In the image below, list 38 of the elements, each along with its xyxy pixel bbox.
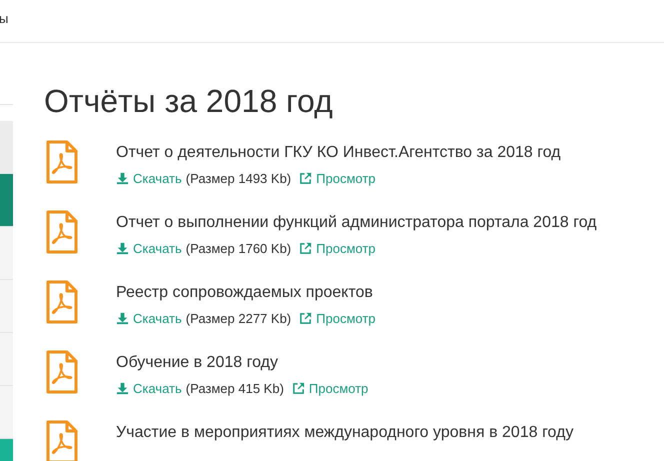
external-link-icon xyxy=(299,242,312,255)
view-link[interactable]: Просмотр xyxy=(299,241,376,256)
external-link-icon xyxy=(292,382,305,395)
sidebar-item[interactable] xyxy=(0,280,13,333)
document-title: Реестр сопровождаемых проектов xyxy=(116,283,374,303)
sidebar-item[interactable] xyxy=(0,121,13,174)
view-link[interactable]: Просмотр xyxy=(299,311,376,326)
download-link[interactable]: Скачать xyxy=(116,241,182,256)
download-icon xyxy=(116,242,129,255)
pdf-file-icon xyxy=(46,420,78,461)
file-size: (Размер 1493 Kb) xyxy=(186,171,292,186)
download-icon xyxy=(116,172,129,185)
external-link-icon xyxy=(299,312,312,325)
nav-link[interactable]: ы xyxy=(0,10,8,26)
document-title: Отчет о выполнении функций администратора портала 2018 год xyxy=(116,213,597,233)
file-size: (Размер 2277 Kb) xyxy=(186,311,292,326)
pdf-file-icon xyxy=(46,350,78,394)
download-icon xyxy=(116,382,129,395)
file-size: (Размер 1760 Kb) xyxy=(186,241,292,256)
download-link[interactable]: Скачать xyxy=(116,311,182,326)
pdf-file-icon xyxy=(46,140,78,184)
pdf-file-icon xyxy=(46,210,78,254)
document-title: Обучение в 2018 году xyxy=(116,353,279,373)
pdf-file-icon xyxy=(46,280,78,324)
view-link[interactable]: Просмотр xyxy=(299,171,376,186)
sidebar-item[interactable] xyxy=(0,333,13,386)
sidebar-item[interactable] xyxy=(0,386,13,439)
view-link[interactable]: Просмотр xyxy=(292,381,368,396)
page-heading: Отчёты за 2018 год xyxy=(44,82,334,121)
document-title: Отчет о деятельности ГКУ КО Инвест.Агентство за 2018 год xyxy=(116,143,561,163)
sidebar-item[interactable] xyxy=(0,174,13,227)
file-size: (Размер 415 Kb) xyxy=(186,381,284,396)
download-link[interactable]: Скачать xyxy=(116,171,182,186)
external-link-icon xyxy=(299,172,312,185)
download-link[interactable]: Скачать xyxy=(116,381,182,396)
sidebar-item[interactable] xyxy=(0,227,13,280)
document-title: Участие в мероприятиях международного уровня в 2018 году xyxy=(116,423,574,443)
download-icon xyxy=(116,312,129,325)
